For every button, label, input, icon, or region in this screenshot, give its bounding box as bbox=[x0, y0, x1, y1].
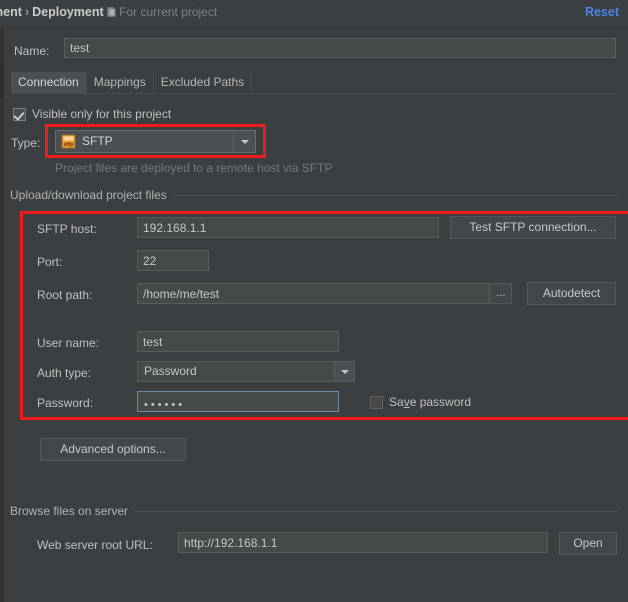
root-path-label: Root path: bbox=[37, 288, 93, 302]
visible-only-label: Visible only for this project bbox=[32, 107, 172, 121]
password-input[interactable]: •••••• bbox=[137, 391, 339, 412]
password-label: Password: bbox=[37, 396, 94, 410]
user-name-input[interactable] bbox=[137, 331, 339, 352]
password-masked-value: •••••• bbox=[144, 399, 186, 411]
browse-group-header: Browse files on server bbox=[10, 504, 618, 518]
chevron-down-icon bbox=[340, 369, 349, 374]
web-server-root-url-input[interactable] bbox=[178, 532, 548, 553]
auth-type-dropdown-arrow-button[interactable] bbox=[334, 362, 354, 381]
breadcrumb-separator-icon: › bbox=[24, 5, 30, 19]
root-path-input[interactable] bbox=[137, 283, 489, 304]
tab-connection[interactable]: Connection bbox=[11, 72, 87, 93]
reset-link[interactable]: Reset bbox=[585, 5, 619, 19]
sftp-icon: sftp bbox=[61, 134, 76, 149]
auth-type-value: Password bbox=[144, 364, 197, 378]
save-password-label: Save password bbox=[389, 395, 472, 409]
tab-excluded-paths[interactable]: Excluded Paths bbox=[154, 72, 253, 93]
type-value: SFTP bbox=[82, 134, 113, 148]
chevron-down-icon bbox=[240, 139, 249, 144]
connection-fields-highlight-annotation bbox=[20, 211, 628, 420]
root-path-browse-button[interactable]: ... bbox=[490, 283, 512, 304]
type-dropdown-arrow-button[interactable] bbox=[233, 131, 255, 152]
upload-group-title: Upload/download project files bbox=[10, 188, 173, 202]
visible-only-checkbox[interactable] bbox=[13, 108, 26, 121]
breadcrumb-root[interactable]: loyment bbox=[0, 5, 22, 19]
user-name-label: User name: bbox=[37, 336, 100, 350]
header-divider bbox=[4, 27, 628, 28]
browse-group-title: Browse files on server bbox=[10, 504, 135, 518]
tab-bar: Connection Mappings Excluded Paths bbox=[11, 72, 253, 93]
upload-group-header: Upload/download project files bbox=[10, 188, 618, 202]
type-combobox[interactable]: sftp SFTP bbox=[55, 130, 256, 153]
breadcrumb-scope-note: For current project bbox=[119, 5, 218, 19]
auth-type-label: Auth type: bbox=[37, 366, 92, 380]
sftp-host-label: SFTP host: bbox=[37, 222, 97, 236]
auth-type-combobox[interactable]: Password bbox=[137, 361, 355, 382]
autodetect-button[interactable]: Autodetect bbox=[527, 282, 616, 305]
tab-bar-underline bbox=[11, 93, 617, 94]
save-password-checkbox[interactable] bbox=[370, 396, 383, 409]
web-server-root-url-label: Web server root URL: bbox=[37, 538, 153, 552]
name-label: Name: bbox=[14, 44, 50, 58]
advanced-options-button[interactable]: Advanced options... bbox=[40, 438, 186, 461]
type-description: Project files are deployed to a remote h… bbox=[55, 161, 333, 175]
project-icon bbox=[107, 6, 116, 17]
tab-mappings[interactable]: Mappings bbox=[87, 72, 154, 93]
name-input[interactable] bbox=[64, 38, 616, 58]
port-label: Port: bbox=[37, 255, 63, 269]
sftp-host-input[interactable] bbox=[137, 217, 439, 238]
left-splitter-accent bbox=[0, 64, 4, 98]
open-url-button[interactable]: Open bbox=[559, 532, 617, 555]
svg-text:sftp: sftp bbox=[64, 142, 75, 148]
settings-header: loyment›Deployment For current project R… bbox=[0, 0, 628, 28]
breadcrumb-current: Deployment bbox=[32, 5, 104, 19]
breadcrumb: loyment›Deployment For current project bbox=[0, 5, 217, 19]
test-sftp-connection-button[interactable]: Test SFTP connection... bbox=[450, 216, 616, 239]
port-input[interactable] bbox=[137, 250, 209, 271]
type-label: Type: bbox=[11, 136, 41, 150]
